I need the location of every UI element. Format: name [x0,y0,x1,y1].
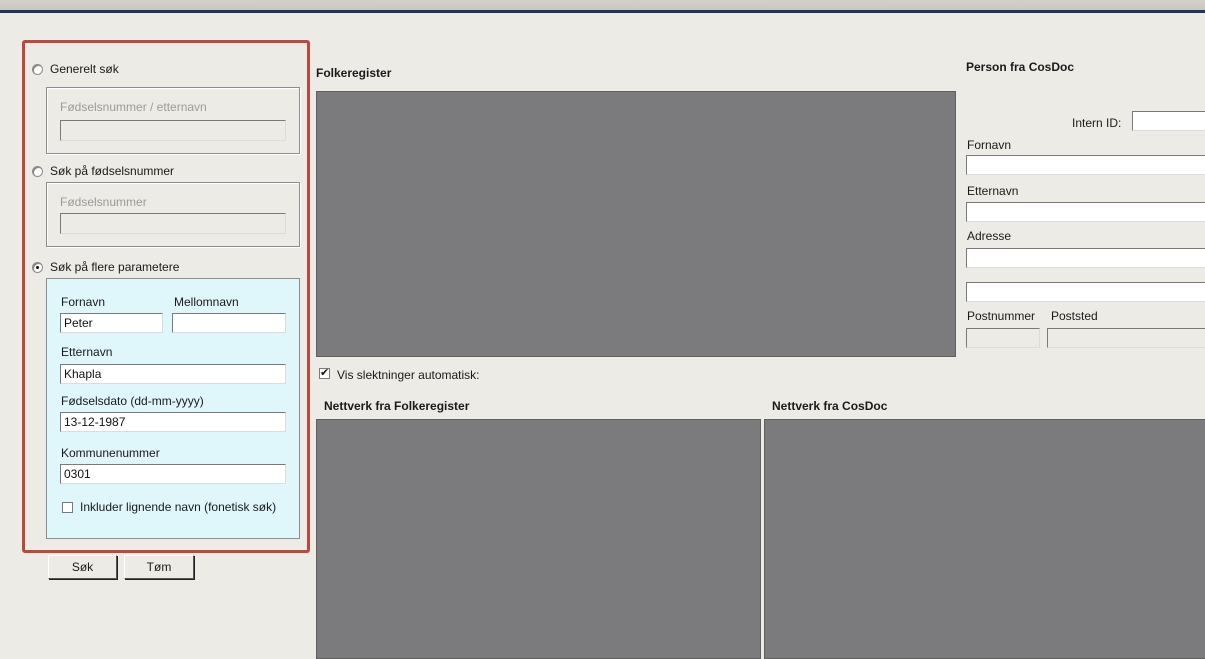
birthdate-input[interactable] [60,412,286,432]
postnumber-label: Postnummer [967,309,1036,323]
folkeregister-title: Folkeregister [316,66,392,80]
person-firstname-input[interactable] [966,155,1205,175]
person-firstname-label: Fornavn [967,138,1012,152]
show-relatives-checkbox[interactable]: ✔ [319,368,330,379]
intern-id-label: Intern ID: [1072,116,1122,130]
fnr-search-label: Søk på fødselsnummer [50,164,175,178]
network-folkeregister-panel [316,419,761,659]
network-cosdoc-title: Nettverk fra CosDoc [772,399,888,413]
birthdate-label: Fødselsdato (dd-mm-yyyy) [61,394,204,408]
person-lastname-input[interactable] [966,202,1205,222]
folkeregister-panel [316,91,956,357]
firstname-input[interactable] [60,313,163,333]
multi-search-label: Søk på flere parametere [50,260,180,274]
middlename-label: Mellomnavn [174,295,239,309]
fnr-search-radio[interactable] [32,166,43,177]
municipality-label: Kommunenummer [61,446,160,460]
network-folkeregister-title: Nettverk fra Folkeregister [324,399,470,413]
clear-button[interactable]: Tøm [124,555,194,579]
phonetic-label: Inkluder lignende navn (fonetisk søk) [80,500,277,514]
poststed-label: Poststed [1051,309,1098,323]
general-search-input[interactable] [60,120,286,141]
person-lastname-label: Etternavn [967,184,1019,198]
general-search-field-label: Fødselsnummer / etternavn [60,100,207,114]
multi-search-radio[interactable] [32,262,43,273]
lastname-label: Etternavn [61,345,113,359]
intern-id-input[interactable] [1132,111,1205,131]
person-address-label: Adresse [967,229,1012,243]
person-address-line2-input[interactable] [966,282,1205,302]
fnr-input[interactable] [60,213,286,234]
firstname-label: Fornavn [61,295,106,309]
general-search-radio[interactable] [32,64,43,75]
fnr-field-label: Fødselsnummer [60,195,147,209]
municipality-input[interactable] [60,464,286,484]
person-address-line1-input[interactable] [966,248,1205,268]
phonetic-checkbox[interactable] [62,502,73,513]
general-search-label: Generelt søk [50,62,119,76]
lastname-input[interactable] [60,364,286,384]
postnumber-input[interactable] [966,328,1040,348]
search-button[interactable]: Søk [48,555,117,579]
network-cosdoc-panel [764,419,1205,659]
show-relatives-label: Vis slektninger automatisk: [337,368,480,382]
poststed-input[interactable] [1047,328,1205,348]
person-title: Person fra CosDoc [966,60,1075,74]
title-bar-border [0,10,1205,13]
middlename-input[interactable] [172,313,286,333]
